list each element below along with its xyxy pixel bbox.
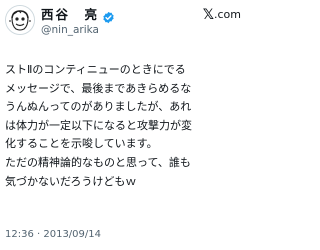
verified-badge-icon [102,9,115,23]
tweet-line: うんぬんってのがありましたが、あれ [5,100,192,114]
x-logo-icon: 𝕏 [202,7,214,23]
author-name-row: 西谷 亮 [41,7,115,23]
platform-logo[interactable]: 𝕏 .com [203,7,241,23]
tweet-line: 気づかないだろうけどもｗ [5,174,137,188]
tweet-timestamp[interactable]: 12:36 · 2013/09/14 [5,228,101,241]
author-handle[interactable]: @nin_arika [41,24,99,37]
author-display-name[interactable]: 西谷 亮 [41,7,99,23]
sketch-face-avatar-icon [6,6,34,34]
tweet-line: 化することを示唆しています。 [5,137,158,151]
avatar[interactable] [5,5,35,35]
tweet-text: ストⅡのコンティニューのときにでる メッセージで、最後まであきらめるな うんぬん… [5,61,243,191]
tweet-card: 西谷 亮 @nin_arika 𝕏 .com ストⅡのコンティニューのときにでる… [0,0,247,250]
tweet-line: メッセージで、最後まであきらめるな [5,81,192,95]
tweet-line: ストⅡのコンティニューのときにでる [5,63,186,76]
tweet-line: は体力が一定以下になると攻撃力が変 [5,118,192,132]
platform-domain-suffix: .com [214,8,241,21]
tweet-line: ただの精神論的なものと思って、誰も [5,155,191,169]
